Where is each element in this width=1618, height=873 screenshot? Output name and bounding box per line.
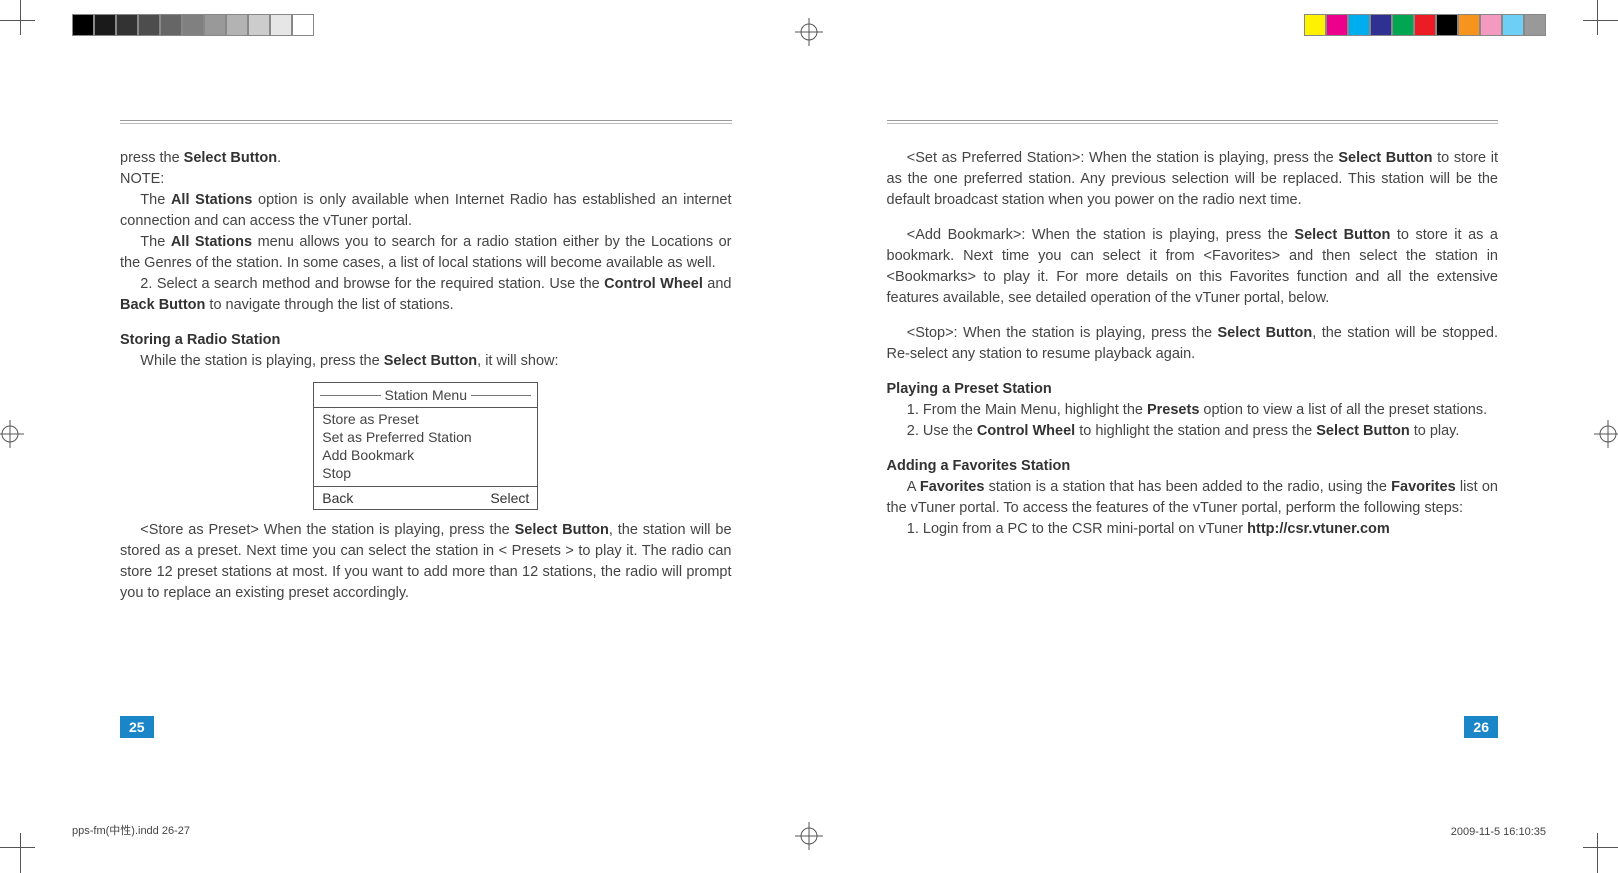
section-heading: Adding a Favorites Station [887, 456, 1499, 477]
body-text: <Set as Preferred Station>: When the sta… [887, 148, 1499, 211]
swatch [1326, 14, 1348, 36]
section-heading: Playing a Preset Station [887, 379, 1499, 400]
swatch [1392, 14, 1414, 36]
station-menu-items: Store as Preset Set as Preferred Station… [314, 407, 537, 486]
body-text: <Add Bookmark>: When the station is play… [887, 225, 1499, 309]
swatch [72, 14, 94, 36]
body-text: While the station is playing, press the … [120, 351, 732, 372]
swatch [1524, 14, 1546, 36]
cmyk-color-bar [1304, 14, 1546, 36]
swatch [1304, 14, 1326, 36]
swatch [248, 14, 270, 36]
swatch [160, 14, 182, 36]
menu-item: Add Bookmark [322, 446, 529, 464]
section-heading: Storing a Radio Station [120, 330, 732, 351]
page-right: <Set as Preferred Station>: When the sta… [887, 120, 1499, 708]
page-rule [120, 120, 732, 124]
swatch [1436, 14, 1458, 36]
swatch [1458, 14, 1480, 36]
swatch [1414, 14, 1436, 36]
body-text: 2. Select a search method and browse for… [120, 274, 732, 316]
body-text: A Favorites station is a station that ha… [887, 477, 1499, 519]
footer-filename: pps-fm(中性).indd 26-27 [72, 822, 190, 838]
select-label: Select [490, 490, 529, 506]
swatch [292, 14, 314, 36]
page-rule [887, 120, 1499, 124]
station-menu-title: Station Menu [314, 383, 537, 407]
station-menu-diagram: Station Menu Store as Preset Set as Pref… [313, 382, 538, 510]
body-text: <Stop>: When the station is playing, pre… [887, 323, 1499, 365]
footer-timestamp: 2009-11-5 16:10:35 [1451, 826, 1546, 838]
swatch [116, 14, 138, 36]
swatch [1348, 14, 1370, 36]
grayscale-color-bar [72, 14, 314, 36]
swatch [1502, 14, 1524, 36]
swatch [1370, 14, 1392, 36]
swatch [270, 14, 292, 36]
body-text: The All Stations option is only availabl… [120, 190, 732, 232]
body-text: <Store as Preset> When the station is pl… [120, 520, 732, 604]
swatch [204, 14, 226, 36]
registration-mark-icon [795, 822, 823, 850]
registration-mark-icon [0, 420, 24, 448]
swatch [94, 14, 116, 36]
body-text: The All Stations menu allows you to sear… [120, 232, 732, 274]
menu-item: Stop [322, 464, 529, 482]
note-label: NOTE: [120, 169, 732, 190]
menu-item: Store as Preset [322, 410, 529, 428]
body-text: 1. From the Main Menu, highlight the Pre… [887, 400, 1499, 421]
registration-mark-icon [795, 18, 823, 46]
body-text: press the Select Button. [120, 148, 732, 169]
page-number: 26 [1464, 716, 1498, 738]
body-text: 1. Login from a PC to the CSR mini-porta… [887, 519, 1499, 540]
body-text: 2. Use the Control Wheel to highlight th… [887, 421, 1499, 442]
back-label: Back [322, 490, 353, 506]
registration-mark-icon [1594, 420, 1618, 448]
swatch [226, 14, 248, 36]
swatch [182, 14, 204, 36]
menu-item: Set as Preferred Station [322, 428, 529, 446]
swatch [1480, 14, 1502, 36]
page-number: 25 [120, 716, 154, 738]
swatch [138, 14, 160, 36]
station-menu-footer: Back Select [314, 486, 537, 509]
page-left: press the Select Button. NOTE: The All S… [120, 120, 732, 708]
page-spread: press the Select Button. NOTE: The All S… [120, 120, 1498, 708]
